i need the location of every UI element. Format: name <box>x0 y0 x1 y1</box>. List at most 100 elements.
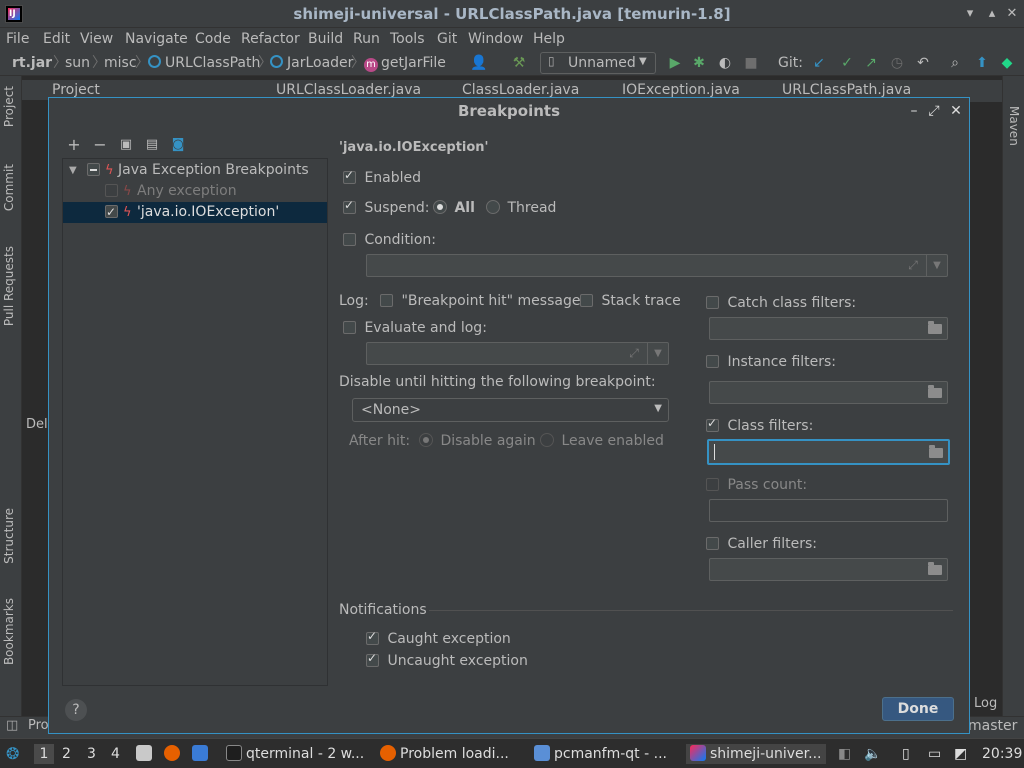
disable-again-radio[interactable]: Disable again <box>419 433 536 449</box>
folder-icon[interactable] <box>928 445 944 462</box>
breadcrumb-misc[interactable]: misc <box>104 54 137 72</box>
pass-count-input[interactable] <box>709 499 948 522</box>
close-window-button[interactable]: ✕ <box>1004 6 1020 22</box>
caught-exception-checkbox[interactable]: Caught exception <box>366 629 511 647</box>
tree-item-ioexception[interactable]: ϟ 'java.io.IOException' <box>63 202 327 223</box>
debug-bug-icon[interactable]: ✱ <box>690 54 708 72</box>
media-icon[interactable]: ◧ <box>838 744 851 764</box>
tool-bookmarks[interactable]: Bookmarks <box>2 598 16 665</box>
menu-code[interactable]: Code <box>195 30 231 48</box>
tool-pull-requests[interactable]: Pull Requests <box>2 246 16 326</box>
folder-icon[interactable] <box>927 321 943 338</box>
task-pcmanfm[interactable]: pcmanfm-qt - ... <box>534 744 667 764</box>
build-hammer-icon[interactable]: ⚒ <box>510 54 528 72</box>
workspace-2[interactable]: 2 <box>62 744 71 764</box>
breadcrumb-jarloader[interactable]: JarLoader <box>270 54 353 72</box>
run-configuration-select[interactable]: ▯ Unnamed ▼ <box>540 52 656 74</box>
start-menu-icon[interactable]: ❂ <box>6 744 19 764</box>
expand-icon[interactable]: ⤢ <box>626 345 642 361</box>
tab-urlclassloader[interactable]: URLClassLoader.java <box>276 82 421 98</box>
uncaught-exception-checkbox[interactable]: Uncaught exception <box>366 651 528 669</box>
chevron-down-icon[interactable]: ▼ <box>926 255 947 276</box>
workspace-3[interactable]: 3 <box>87 744 96 764</box>
evaluate-log-input[interactable]: ⤢ ▼ <box>366 342 669 365</box>
tab-ioexception[interactable]: IOException.java <box>622 82 740 98</box>
menu-tools[interactable]: Tools <box>390 30 425 48</box>
group-by-package-icon[interactable]: ▣ <box>117 136 135 154</box>
git-history-icon[interactable]: ◷ <box>888 54 906 72</box>
instance-filters-input[interactable] <box>709 381 948 404</box>
firefox-launcher-icon[interactable] <box>164 744 184 764</box>
workspace-4[interactable]: 4 <box>111 744 120 764</box>
tree-group-java-exception[interactable]: ▼ ϟ Java Exception Breakpoints <box>63 160 327 181</box>
group-by-file-icon[interactable]: ▤ <box>143 136 161 154</box>
condition-checkbox[interactable]: Condition: <box>343 232 436 248</box>
problems-label[interactable]: Pro <box>28 718 49 733</box>
condition-input[interactable]: ⤢ ▼ <box>366 254 948 277</box>
ioexception-checkbox[interactable] <box>105 202 118 223</box>
menu-edit[interactable]: Edit <box>43 30 70 48</box>
suspend-checkbox[interactable]: Suspend: <box>343 198 429 216</box>
task-qterminal[interactable]: qterminal - 2 w... <box>226 744 364 764</box>
update-icon[interactable]: ⬆ <box>973 54 991 72</box>
breadcrumb-getjarfile[interactable]: m getJarFile <box>364 54 446 72</box>
user-icon[interactable]: 👤 <box>470 54 488 72</box>
git-push-icon[interactable]: ↗ <box>862 54 880 72</box>
menu-window[interactable]: Window <box>468 30 523 48</box>
file-manager-launcher-icon[interactable] <box>136 744 156 764</box>
caller-filters-input[interactable] <box>709 558 948 581</box>
instance-filters-checkbox[interactable]: Instance filters: <box>706 354 836 370</box>
breadcrumb-sun[interactable]: sun <box>65 54 90 72</box>
tool-project[interactable]: Project <box>2 86 16 127</box>
workspace-1[interactable]: 1 <box>34 744 54 764</box>
problems-icon[interactable]: ◫ <box>6 718 18 733</box>
add-breakpoint-button[interactable]: + <box>65 136 83 154</box>
chevron-down-icon[interactable]: ▼ <box>647 343 668 364</box>
desktop-launcher-icon[interactable] <box>192 744 212 764</box>
stack-trace-checkbox[interactable]: Stack trace <box>580 293 681 309</box>
menu-help[interactable]: Help <box>533 30 565 48</box>
leave-enabled-radio[interactable]: Leave enabled <box>540 433 664 449</box>
tab-project[interactable]: Project <box>52 82 100 98</box>
display-icon[interactable]: ▭ <box>928 744 941 764</box>
chevron-down-icon[interactable]: ▼ <box>69 160 77 181</box>
git-update-icon[interactable]: ↙ <box>810 54 828 72</box>
class-filters-input[interactable] <box>707 439 950 465</box>
menu-file[interactable]: File <box>6 30 29 48</box>
dialog-minimize-button[interactable]: – <box>905 102 923 120</box>
expand-icon[interactable]: ⤢ <box>905 257 921 273</box>
class-filters-checkbox[interactable]: Class filters: <box>706 416 813 434</box>
evaluate-log-checkbox[interactable]: Evaluate and log: <box>343 320 487 336</box>
done-button[interactable]: Done <box>882 697 954 721</box>
menu-refactor[interactable]: Refactor <box>241 30 300 48</box>
dialog-close-button[interactable]: ✕ <box>947 102 965 120</box>
suspend-thread-radio[interactable]: Thread <box>486 200 556 216</box>
group-by-class-icon[interactable]: ◙ <box>169 136 187 154</box>
remove-breakpoint-button[interactable]: − <box>91 136 109 154</box>
network-icon[interactable]: ◩ <box>954 744 967 764</box>
caller-filters-checkbox[interactable]: Caller filters: <box>706 536 817 552</box>
menu-git[interactable]: Git <box>437 30 457 48</box>
git-commit-icon[interactable]: ✓ <box>838 54 856 72</box>
menu-build[interactable]: Build <box>308 30 343 48</box>
stop-icon[interactable]: ■ <box>742 54 760 72</box>
menu-navigate[interactable]: Navigate <box>125 30 188 48</box>
disable-until-select[interactable]: <None> ▼ <box>352 398 669 422</box>
tab-urlclasspath[interactable]: URLClassPath.java <box>782 82 911 98</box>
task-firefox[interactable]: Problem loadi... <box>380 744 509 764</box>
search-icon[interactable]: ⌕ <box>946 54 964 72</box>
coverage-icon[interactable]: ◐ <box>716 54 734 72</box>
jetbrains-toolbox-icon[interactable]: ◆ <box>998 54 1016 72</box>
task-intellij[interactable]: shimeji-univer... <box>686 744 826 764</box>
log-message-checkbox[interactable]: "Breakpoint hit" message <box>380 293 580 309</box>
dialog-maximize-button[interactable]: ⤢ <box>925 102 943 120</box>
catch-filters-checkbox[interactable]: Catch class filters: <box>706 295 856 311</box>
tool-structure[interactable]: Structure <box>2 508 16 564</box>
folder-icon[interactable] <box>927 562 943 579</box>
help-button[interactable]: ? <box>65 699 87 721</box>
any-exception-checkbox[interactable] <box>105 181 118 202</box>
clipboard-icon[interactable]: ▯ <box>902 744 910 764</box>
breadcrumb-jar[interactable]: rt.jar <box>12 54 52 72</box>
pass-count-checkbox[interactable]: Pass count: <box>706 477 807 493</box>
breadcrumb-urlclasspath[interactable]: URLClassPath <box>148 54 260 72</box>
